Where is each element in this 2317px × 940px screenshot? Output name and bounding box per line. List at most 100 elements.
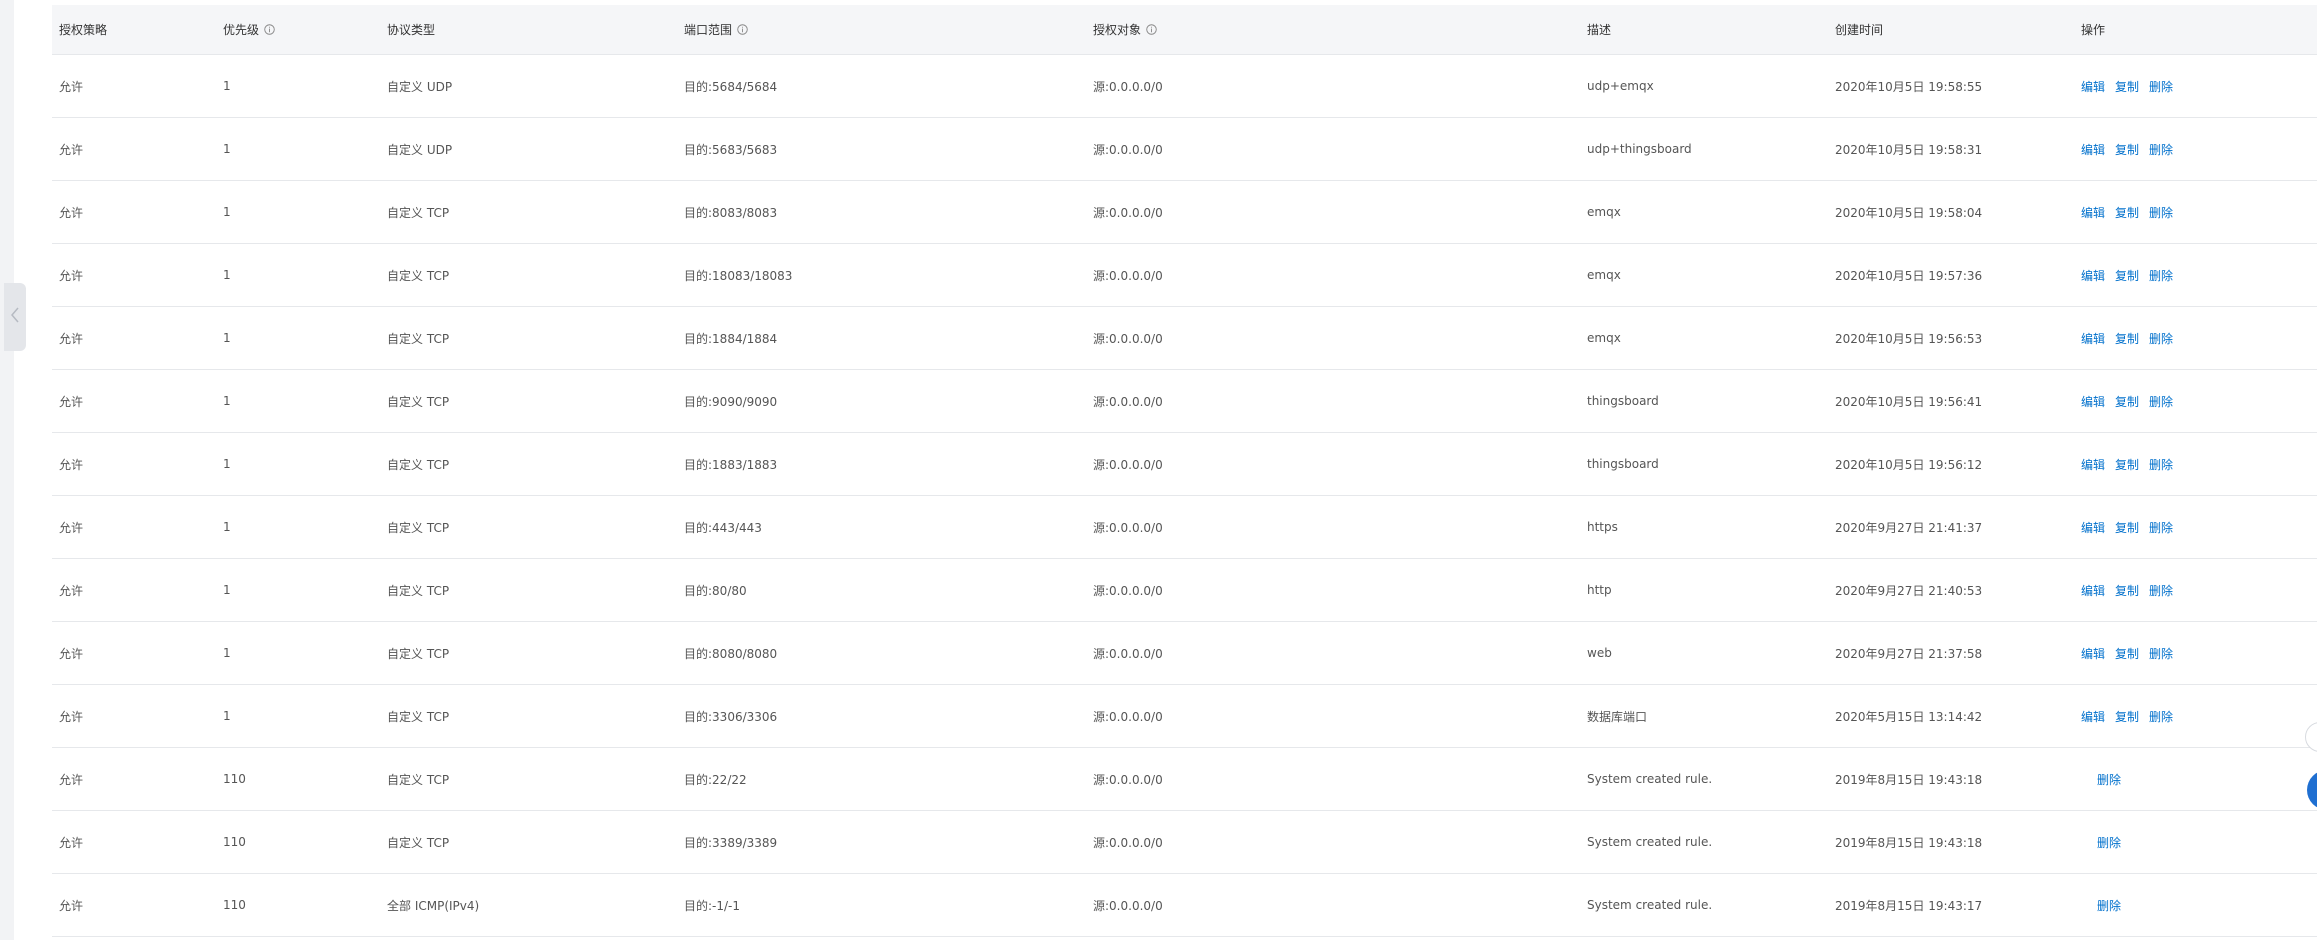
cell-priority: 1 [223,709,231,723]
row-actions: 编辑 复制 删除 [2081,645,2317,662]
delete-link[interactable]: 删除 [2149,267,2173,284]
cell-target: 源:0.0.0.0/0 [1093,583,1163,598]
delete-link[interactable]: 删除 [2149,645,2173,662]
cell-priority: 1 [223,646,231,660]
cell-policy: 允许 [59,142,84,157]
cell-port-range: 目的:3306/3306 [684,709,778,724]
cell-actions: 删除 [2074,897,2317,914]
cell-description: emqx [1587,331,1621,345]
cell-port-range: 目的:-1/-1 [684,898,741,913]
row-actions: 编辑 复制 删除 [2081,582,2317,599]
cell-actions: 编辑 复制 删除 [2074,519,2317,536]
cell-actions: 编辑 复制 删除 [2074,708,2317,725]
delete-link[interactable]: 删除 [2097,897,2121,914]
edit-link[interactable]: 编辑 [2081,582,2105,599]
cell-policy: 允许 [59,268,84,283]
header-policy: 授权策略 [59,23,108,37]
table-row: 允许 110 全部 ICMP(IPv4) 目的:-1/-1 源:0.0.0.0/0 Sys… [52,874,2317,937]
copy-link[interactable]: 复制 [2115,204,2139,221]
cell-policy: 允许 [59,835,84,850]
copy-link[interactable]: 复制 [2115,456,2139,473]
cell-target: 源:0.0.0.0/0 [1093,457,1163,472]
cell-policy: 允许 [59,394,84,409]
delete-link[interactable]: 删除 [2149,78,2173,95]
cell-priority: 1 [223,205,231,219]
cell-target: 源:0.0.0.0/0 [1093,520,1163,535]
copy-link[interactable]: 复制 [2115,78,2139,95]
delete-link[interactable]: 删除 [2149,519,2173,536]
delete-link[interactable]: 删除 [2149,456,2173,473]
cell-description: System created rule. [1587,835,1713,849]
table-row: 允许 1 自定义 TCP 目的:443/443 源:0.0.0.0/0 https 2020… [52,496,2317,559]
cell-actions: 编辑 复制 删除 [2074,141,2317,158]
chevron-left-icon [10,306,20,328]
cell-created-time: 2020年10月5日 19:57:36 [1835,268,1983,283]
edit-link[interactable]: 编辑 [2081,645,2105,662]
copy-link[interactable]: 复制 [2115,330,2139,347]
info-icon[interactable] [264,24,275,35]
edit-link[interactable]: 编辑 [2081,141,2105,158]
delete-link[interactable]: 删除 [2149,330,2173,347]
cell-port-range: 目的:18083/18083 [684,268,793,283]
cell-target: 源:0.0.0.0/0 [1093,898,1163,913]
delete-link[interactable]: 删除 [2149,582,2173,599]
cell-actions: 删除 [2074,834,2317,851]
copy-link[interactable]: 复制 [2115,519,2139,536]
edit-link[interactable]: 编辑 [2081,78,2105,95]
copy-link[interactable]: 复制 [2115,393,2139,410]
cell-policy: 允许 [59,772,84,787]
cell-policy: 允许 [59,646,84,661]
cell-policy: 允许 [59,205,84,220]
cell-created-time: 2019年8月15日 19:43:18 [1835,835,1983,850]
cell-priority: 1 [223,268,231,282]
edit-link[interactable]: 编辑 [2081,393,2105,410]
delete-link[interactable]: 删除 [2149,204,2173,221]
cell-port-range: 目的:8080/8080 [684,646,778,661]
cell-created-time: 2020年10月5日 19:56:53 [1835,331,1983,346]
delete-link[interactable]: 删除 [2149,393,2173,410]
header-created-time: 创建时间 [1835,23,1884,37]
cell-actions: 编辑 复制 删除 [2074,645,2317,662]
header-port-range: 端口范围 [677,21,1086,38]
cell-actions: 编辑 复制 删除 [2074,78,2317,95]
edit-link[interactable]: 编辑 [2081,519,2105,536]
cell-policy: 允许 [59,457,84,472]
cell-description: emqx [1587,268,1621,282]
cell-target: 源:0.0.0.0/0 [1093,772,1163,787]
table-row: 允许 1 自定义 UDP 目的:5683/5683 源:0.0.0.0/0 udp+thi… [52,118,2317,181]
row-actions: 编辑 复制 删除 [2081,204,2317,221]
copy-link[interactable]: 复制 [2115,267,2139,284]
cell-protocol: 自定义 UDP [387,79,453,94]
cell-target: 源:0.0.0.0/0 [1093,142,1163,157]
copy-link[interactable]: 复制 [2115,141,2139,158]
delete-link[interactable]: 删除 [2097,771,2121,788]
copy-link[interactable]: 复制 [2115,582,2139,599]
cell-description: http [1587,583,1612,597]
table-row: 允许 1 自定义 TCP 目的:8080/8080 源:0.0.0.0/0 web 2020… [52,622,2317,685]
edit-link[interactable]: 编辑 [2081,267,2105,284]
edit-link[interactable]: 编辑 [2081,330,2105,347]
info-icon[interactable] [737,24,748,35]
cell-port-range: 目的:80/80 [684,583,747,598]
edit-link[interactable]: 编辑 [2081,204,2105,221]
row-actions: 删除 [2081,834,2317,851]
cell-description: web [1587,646,1612,660]
cell-port-range: 目的:9090/9090 [684,394,778,409]
delete-link[interactable]: 删除 [2097,834,2121,851]
cell-created-time: 2020年9月27日 21:40:53 [1835,583,1983,598]
edit-link[interactable]: 编辑 [2081,456,2105,473]
cell-target: 源:0.0.0.0/0 [1093,394,1163,409]
copy-link[interactable]: 复制 [2115,645,2139,662]
copy-link[interactable]: 复制 [2115,708,2139,725]
cell-policy: 允许 [59,520,84,535]
cell-priority: 1 [223,394,231,408]
info-icon[interactable] [1146,24,1157,35]
delete-link[interactable]: 删除 [2149,141,2173,158]
cell-description: System created rule. [1587,772,1713,786]
sidebar-collapse-handle[interactable] [4,283,26,351]
edit-link[interactable]: 编辑 [2081,708,2105,725]
row-actions: 编辑 复制 删除 [2081,267,2317,284]
table-row: 允许 1 自定义 TCP 目的:1883/1883 源:0.0.0.0/0 thingsb… [52,433,2317,496]
delete-link[interactable]: 删除 [2149,708,2173,725]
cell-created-time: 2020年9月27日 21:41:37 [1835,520,1983,535]
